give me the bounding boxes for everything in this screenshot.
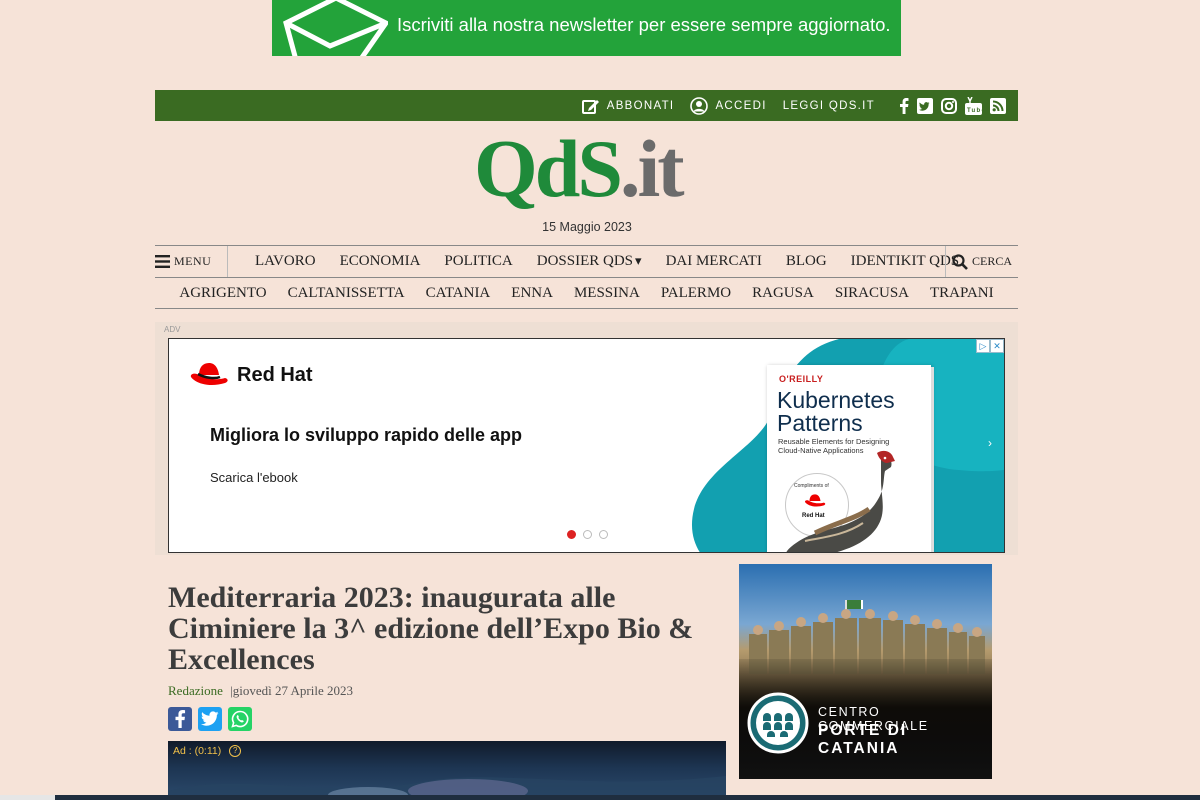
- facebook-icon: [175, 710, 186, 728]
- bottom-strip-left: [0, 795, 55, 800]
- redhat-hat-icon: [190, 363, 228, 386]
- main-nav: MENU LAVORO ECONOMIA POLITICA DOSSIER QD…: [155, 245, 1018, 278]
- adchoices-play-icon: ▷: [976, 339, 990, 353]
- newsletter-text: Iscriviti alla nostra newsletter per ess…: [397, 14, 891, 35]
- top-bar: ABBONATI ACCEDI LEGGI QDS.IT Tube: [155, 90, 1018, 121]
- province-siracusa[interactable]: SIRACUSA: [835, 285, 909, 302]
- bottom-strip: [0, 795, 1200, 800]
- newsletter-banner[interactable]: Iscriviti alla nostra newsletter per ess…: [272, 0, 901, 56]
- nav-item-blog[interactable]: BLOG: [786, 253, 827, 270]
- share-whatsapp-button[interactable]: [228, 707, 252, 731]
- carousel-dots: [567, 530, 615, 539]
- envelope-icon: [283, 0, 388, 56]
- province-agrigento[interactable]: AGRIGENTO: [179, 285, 266, 302]
- logo-it: .it: [620, 123, 685, 214]
- adv-label: ADV: [164, 325, 181, 334]
- duck-illustration: [786, 450, 895, 552]
- search-button[interactable]: CERCA: [945, 246, 1018, 277]
- whatsapp-icon: [231, 710, 249, 728]
- share-buttons: [168, 707, 258, 731]
- menu-button[interactable]: MENU: [155, 246, 228, 277]
- article-date: giovedì 27 Aprile 2023: [232, 683, 353, 698]
- province-trapani[interactable]: TRAPANI: [930, 285, 994, 302]
- current-date: 15 Maggio 2023: [542, 220, 632, 234]
- login-label: ACCEDI: [715, 99, 767, 112]
- nav-item-dossier-qds[interactable]: DOSSIER QDS: [537, 253, 642, 270]
- ebook-cover: O'REILLY Kubernetes Patterns Reusable El…: [767, 365, 931, 552]
- adchoices-icon[interactable]: ▷ ✕: [976, 339, 1004, 353]
- nav-item-economia[interactable]: ECONOMIA: [340, 253, 421, 270]
- redhat-name: Red Hat: [237, 363, 313, 386]
- book-title-line-2: Patterns: [777, 410, 863, 436]
- nav-item-dai-mercati[interactable]: DAI MERCATI: [666, 253, 762, 270]
- rss-icon[interactable]: [990, 97, 1006, 114]
- carousel-next-icon[interactable]: ›: [988, 436, 992, 450]
- subscribe-link[interactable]: ABBONATI: [581, 98, 675, 114]
- redhat-logo: Red Hat: [189, 361, 313, 389]
- province-palermo[interactable]: PALERMO: [661, 285, 731, 302]
- province-ragusa[interactable]: RAGUSA: [752, 285, 814, 302]
- province-catania[interactable]: CATANIA: [426, 285, 491, 302]
- ad-container: ADV Red Hat Migliora lo sviluppo rapido …: [155, 322, 1018, 555]
- logo-qds: QdS: [474, 123, 623, 214]
- read-qds-label: LEGGI QDS.IT: [782, 99, 875, 112]
- video-player[interactable]: Ad : (0:11) ?: [168, 741, 726, 800]
- province-enna[interactable]: ENNA: [511, 285, 553, 302]
- read-qds-link[interactable]: LEGGI QDS.IT: [783, 100, 875, 112]
- nav-item-identikit-qds[interactable]: IDENTIKIT QDS: [851, 253, 959, 270]
- nav-links: LAVORO ECONOMIA POLITICA DOSSIER QDS DAI…: [255, 246, 983, 277]
- ad-banner[interactable]: Red Hat Migliora lo sviluppo rapido dell…: [168, 338, 1005, 553]
- video-ad-timer: Ad : (0:11) ?: [173, 745, 242, 757]
- ad-headline: Migliora lo sviluppo rapido delle app: [210, 425, 523, 445]
- porte-di-catania-logo-icon: [747, 692, 809, 754]
- province-nav: AGRIGENTO CALTANISSETTA CATANIA ENNA MES…: [155, 278, 1018, 309]
- carousel-dot[interactable]: [567, 530, 576, 539]
- youtube-icon[interactable]: Tube: [965, 96, 982, 115]
- article-byline: Redazione |giovedì 27 Aprile 2023: [168, 683, 353, 699]
- hamburger-icon: [155, 255, 170, 268]
- share-facebook-button[interactable]: [168, 707, 192, 731]
- sidebar-ad-line2: PORTE DI CATANIA: [818, 722, 908, 757]
- social-links: Tube: [891, 96, 1006, 115]
- ad-cta[interactable]: Scarica l'ebook: [210, 470, 298, 485]
- facebook-icon[interactable]: [899, 97, 909, 114]
- carousel-dot[interactable]: [583, 530, 592, 539]
- login-link[interactable]: ACCEDI: [690, 96, 767, 115]
- instagram-icon[interactable]: [941, 97, 957, 114]
- menu-label: MENU: [174, 254, 212, 268]
- book-title: Kubernetes Patterns: [777, 389, 895, 435]
- adchoices-close-icon[interactable]: ✕: [990, 339, 1004, 353]
- carousel-dot[interactable]: [599, 530, 608, 539]
- search-icon: [952, 253, 968, 270]
- nav-item-politica[interactable]: POLITICA: [444, 253, 512, 270]
- subscribe-label: ABBONATI: [606, 99, 675, 112]
- twitter-icon: [201, 711, 219, 726]
- site-logo[interactable]: QdS.it: [474, 128, 714, 223]
- svg-text:Tube: Tube: [967, 108, 982, 114]
- edit-icon: [581, 99, 599, 114]
- ad-time-label: Ad : (0:11): [173, 745, 222, 757]
- nav-item-lavoro[interactable]: LAVORO: [255, 253, 316, 270]
- article-author[interactable]: Redazione: [168, 683, 223, 698]
- search-label: CERCA: [971, 254, 1012, 268]
- sidebar-ad[interactable]: CENTRO COMMERCIALE PORTE DI CATANIA: [739, 564, 992, 779]
- share-twitter-button[interactable]: [198, 707, 222, 731]
- article-title: Mediterraria 2023: inaugurata alle Cimin…: [168, 581, 694, 676]
- book-publisher: O'REILLY: [779, 374, 824, 384]
- province-messina[interactable]: MESSINA: [574, 285, 640, 302]
- help-icon[interactable]: ?: [229, 745, 242, 757]
- book-subtitle-line-1: Reusable Elements for Designing: [778, 437, 890, 446]
- province-caltanissetta[interactable]: CALTANISSETTA: [288, 285, 405, 302]
- twitter-icon[interactable]: [917, 97, 933, 114]
- user-icon: [690, 96, 709, 115]
